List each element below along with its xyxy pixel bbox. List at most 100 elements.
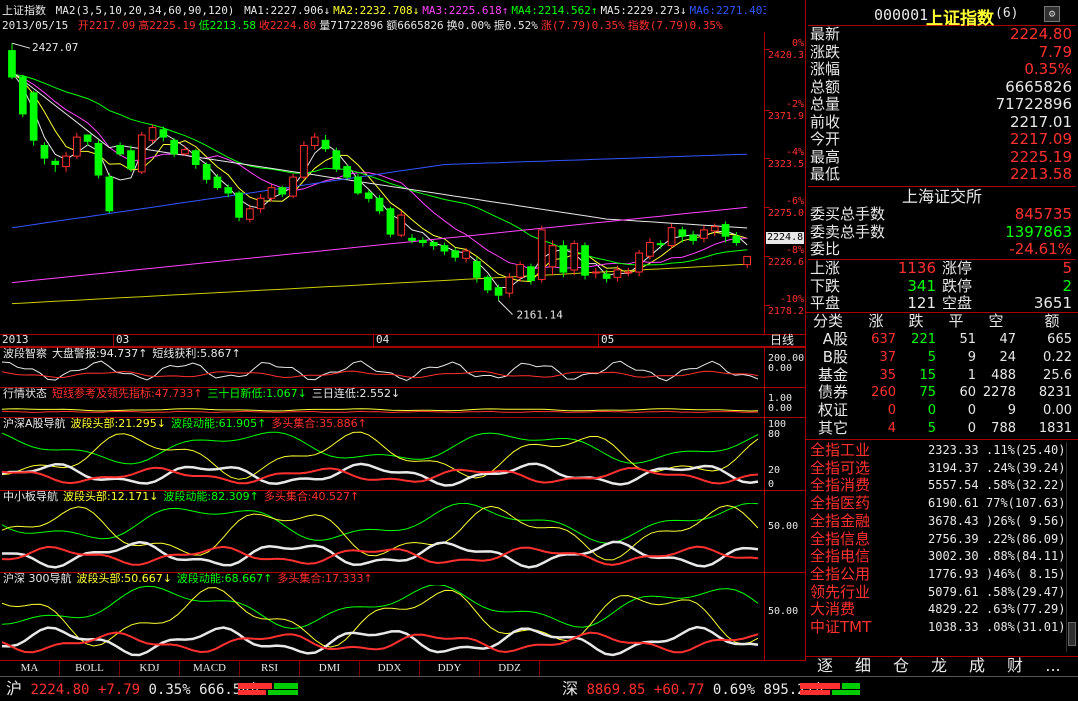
table-header[interactable]: 额 xyxy=(1032,313,1072,330)
sector-row[interactable]: 全指医药 6190.61 77%(107.63) xyxy=(808,495,1066,512)
sector-change: 77%(107.63) xyxy=(986,496,1066,511)
quote-value: 2213.58 xyxy=(1009,165,1072,183)
price-tick-mark xyxy=(765,158,770,159)
sz-status[interactable]: 深 8869.85 +60.77 0.69% 895.21亿 xyxy=(562,679,828,699)
period-label[interactable]: 日线 xyxy=(770,334,794,346)
table-header[interactable]: 涨 xyxy=(856,313,896,330)
indicator-item: 短线获利:5.867↑ xyxy=(152,347,241,360)
price-tick: 2323.5 xyxy=(767,159,804,170)
sector-name: 全指可选 xyxy=(810,458,871,477)
quote-row: 前收 2217.01 xyxy=(808,113,1076,132)
sector-row[interactable]: 全指消费 5557.54 .58%(32.22) xyxy=(808,477,1066,494)
right-tab-6[interactable]: ... xyxy=(1036,656,1070,676)
table-row-label[interactable]: 其它 xyxy=(800,420,848,437)
table-row-label[interactable]: 债券 xyxy=(800,384,848,401)
candlestick-chart[interactable]: 2427.07 2161.14 xyxy=(0,32,806,334)
indicator-tab-boll[interactable]: BOLL xyxy=(60,660,120,676)
quote-value: 7.79 xyxy=(1038,42,1072,61)
indicator-tab-ma[interactable]: MA xyxy=(0,660,60,676)
sh-status[interactable]: 沪 2224.80 +7.79 0.35% 666.58亿 xyxy=(6,679,264,699)
candle-body xyxy=(105,176,114,212)
quote-label: 最高 xyxy=(810,147,841,166)
table-header[interactable]: 空 xyxy=(976,313,1016,330)
ma-value-3: MA3:2225.618↑ xyxy=(422,5,509,17)
candle-body xyxy=(343,166,351,178)
indicator-tab-ddz[interactable]: DDZ xyxy=(480,660,540,676)
table-header[interactable]: 平 xyxy=(936,313,976,330)
table-cell: 2278 xyxy=(982,385,1016,401)
indicator-line xyxy=(2,360,759,382)
pct-tick: 0% xyxy=(791,38,804,49)
table-cell: 8231 xyxy=(1038,385,1072,401)
sector-row[interactable]: 中证TMT 1038.33 .08%(31.01) xyxy=(808,619,1066,636)
sector-row[interactable]: 全指公用 1776.93)46%( 8.15) xyxy=(808,564,1066,583)
candle-body xyxy=(246,208,254,220)
candle-body xyxy=(137,134,146,173)
indicator-tab-kdj[interactable]: KDJ xyxy=(120,660,180,676)
table-row-label[interactable]: 基金 xyxy=(800,366,848,384)
sector-row[interactable]: 领先行业 5079.61 .58%(29.47) xyxy=(808,583,1066,601)
indicator-line xyxy=(2,545,759,566)
candle-body xyxy=(148,127,157,141)
month-label: 04 xyxy=(376,333,390,346)
exchange-value: -24.61% xyxy=(1009,240,1072,258)
right-tab-3[interactable]: 龙 xyxy=(922,656,956,676)
scrollbar-thumb[interactable] xyxy=(1068,622,1076,646)
indicator-tab-dmi[interactable]: DMI xyxy=(300,660,360,676)
indicator-tab-rsi[interactable]: RSI xyxy=(240,660,300,676)
sector-row[interactable]: 大消费 4829.22 .63%(77.29) xyxy=(808,601,1066,618)
right-tab-1[interactable]: 细 xyxy=(846,656,880,676)
table-cell: 1831 xyxy=(1038,421,1072,436)
indicator-tab-macd[interactable]: MACD xyxy=(180,660,240,676)
candle-body xyxy=(256,197,265,210)
settings-icon[interactable]: ⚙ xyxy=(1044,6,1060,22)
candle-body xyxy=(516,264,524,278)
candle-body xyxy=(29,92,38,141)
table-row-label[interactable]: A股 xyxy=(800,331,848,348)
indicator-tick: 0.00 xyxy=(768,363,793,374)
indicator-tick: 0.00 xyxy=(768,403,793,414)
right-tab-2[interactable]: 仓 xyxy=(884,656,918,676)
index-name-label: 上证指数 xyxy=(2,5,46,17)
sector-change: .58%(29.47) xyxy=(986,584,1066,599)
table-row-label[interactable]: 权证 xyxy=(800,402,848,419)
sector-row[interactable]: 全指金融 3678.43)26%( 9.56) xyxy=(808,512,1066,530)
breadth-label: 上涨 xyxy=(810,259,841,277)
sector-row[interactable]: 全指电信 3002.30 .88%(84.11) xyxy=(808,548,1066,565)
sector-value: 6190.61 xyxy=(928,496,979,511)
exchange-row: 委买总手数 845735 xyxy=(808,206,1076,224)
indicator-axis xyxy=(764,490,765,572)
month-divider xyxy=(113,334,114,347)
right-tab-0[interactable]: 逐 xyxy=(808,656,842,676)
sector-row[interactable]: 全指信息 2756.39 .22%(86.09) xyxy=(808,530,1066,548)
candle-body xyxy=(419,239,427,243)
table-row-label[interactable]: B股 xyxy=(800,348,848,366)
candle-body xyxy=(191,150,200,166)
sector-row[interactable]: 全指可选 3194.37 .24%(39.24) xyxy=(808,458,1066,477)
quote-label: 涨跌 xyxy=(810,42,841,61)
right-tab-5[interactable]: 财 xyxy=(998,656,1032,676)
quote-row: 最新 2224.80 xyxy=(808,26,1076,44)
candle-body xyxy=(624,271,633,274)
ma-value-6: MA6:2271.403↓ xyxy=(689,5,766,17)
indicator-header: 沪深 300导航 波段头部:50.667↓ 波段动能:68.667↑ 多头集合:17.… xyxy=(3,573,378,585)
sector-scrollbar[interactable] xyxy=(1066,442,1077,652)
exchange-label: 委卖总手数 xyxy=(810,222,886,241)
candle-body xyxy=(656,243,665,246)
sector-row[interactable]: 全指工业 2323.33 .11%(25.40) xyxy=(808,442,1066,459)
sector-value: 5557.54 xyxy=(928,478,979,493)
ma-value-5: MA5:2229.273↓ xyxy=(600,5,687,17)
breadth-label: 下跌 xyxy=(810,276,841,295)
table-header[interactable]: 分类 xyxy=(808,313,848,330)
table-header[interactable]: 跌 xyxy=(896,313,936,330)
right-tab-4[interactable]: 成 xyxy=(960,656,994,676)
breadth-value: 2 xyxy=(1062,276,1072,295)
sector-name: 全指公用 xyxy=(810,564,871,583)
stock-suffix: (6) xyxy=(995,6,1019,21)
indicator-header: 中小板导航 波段头部:12.171↓ 波段动能:82.309↑ 多头集合:40.527… xyxy=(3,491,364,503)
exchange-value: 845735 xyxy=(1014,205,1072,223)
price-axis: 0% 2420.3 -2% 2371.9 -4% 2323.5 -6% 2275.0 -8% 22… xyxy=(764,32,806,334)
indicator-tab-ddx[interactable]: DDX xyxy=(360,660,420,676)
indicator-tab-ddy[interactable]: DDY xyxy=(420,660,480,676)
candle-body xyxy=(559,245,568,273)
